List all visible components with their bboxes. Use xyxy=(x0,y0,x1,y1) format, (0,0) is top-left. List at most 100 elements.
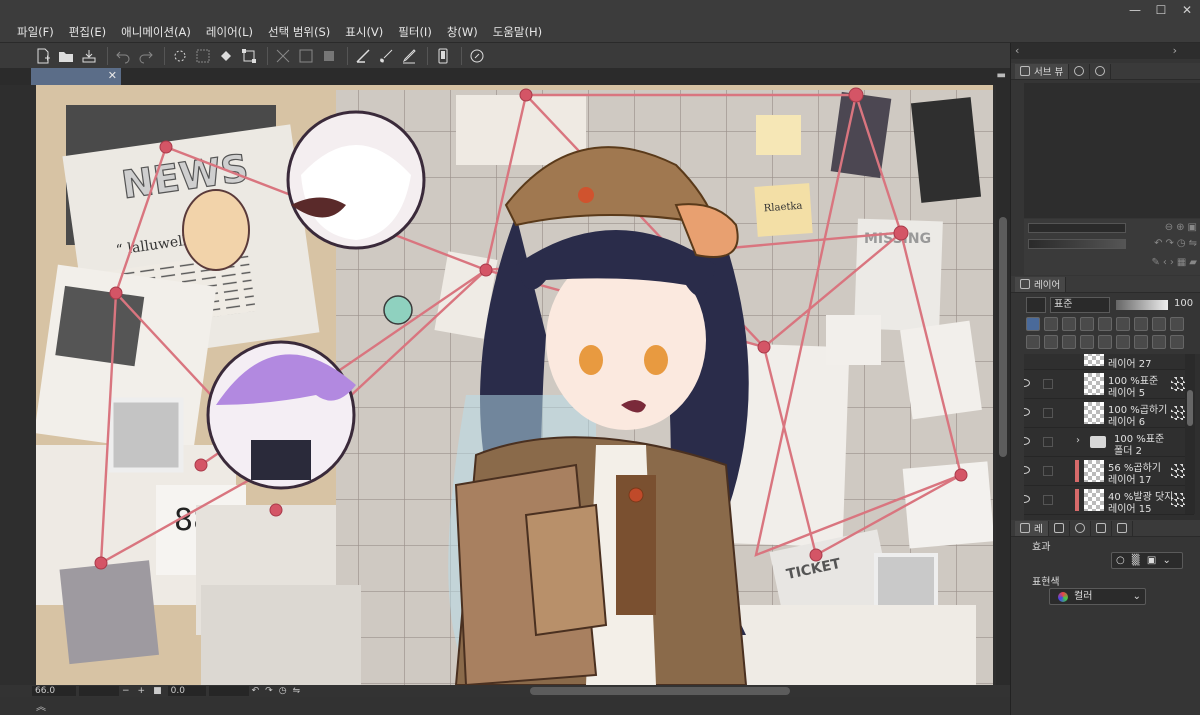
zoom-out-icon[interactable]: − xyxy=(122,686,130,696)
rotation-value[interactable]: 0.0 xyxy=(167,686,206,696)
artwork-canvas[interactable]: NEWS “ lalluwell 88 Rlaetka TICKET xyxy=(36,85,993,685)
opacity-value[interactable]: 100 xyxy=(1174,298,1193,309)
layer-row[interactable]: 레이어 27 xyxy=(1024,354,1194,370)
zoom-slider[interactable] xyxy=(79,686,119,696)
layer-checkbox[interactable] xyxy=(1043,466,1053,476)
tab-navigator[interactable] xyxy=(1069,63,1091,79)
fit-nav-icon[interactable]: ▣ xyxy=(1188,222,1197,233)
selection-grid-icon[interactable] xyxy=(193,46,213,66)
new-file-icon[interactable] xyxy=(33,46,53,66)
prev-icon[interactable]: ‹ xyxy=(1163,257,1167,268)
maximize-button[interactable]: ☐ xyxy=(1154,2,1168,18)
ruler-icon[interactable] xyxy=(353,46,373,66)
tab-subview[interactable]: 서브 뷰 xyxy=(1015,63,1070,79)
new-vector-layer-icon[interactable] xyxy=(1044,335,1058,349)
minimize-button[interactable]: — xyxy=(1128,2,1142,18)
select-all-icon[interactable] xyxy=(319,46,339,66)
loading-spinner-icon[interactable] xyxy=(170,46,190,66)
ruler-show-icon[interactable] xyxy=(1134,317,1148,331)
tab-layer[interactable]: 레이어 xyxy=(1015,276,1067,292)
expand-up-icon[interactable]: ︽ xyxy=(36,698,46,713)
eyedropper-icon[interactable]: ✎ xyxy=(1151,257,1159,268)
rotate-right-icon[interactable]: ↷ xyxy=(265,686,273,696)
layer-list-scrollbar[interactable] xyxy=(1185,354,1195,514)
tab-info[interactable] xyxy=(1090,63,1112,79)
canvas-horizontal-scrollbar[interactable] xyxy=(530,687,790,695)
border-effect-icon[interactable]: ○ xyxy=(1116,555,1125,566)
tone-effect-icon[interactable]: ▒ xyxy=(1132,555,1140,566)
fill-bucket-icon[interactable] xyxy=(216,46,236,66)
visibility-eye-icon[interactable] xyxy=(1024,437,1030,445)
layer-checkbox[interactable] xyxy=(1043,437,1053,447)
collapse-right-icon[interactable]: › xyxy=(1173,44,1177,57)
mask-enable-icon[interactable] xyxy=(1116,317,1130,331)
layer-row[interactable]: 100 %표준 레이어 5 xyxy=(1024,370,1194,399)
menu-filter[interactable]: 필터(I) xyxy=(398,24,432,40)
reset-rotation-icon[interactable]: ◷ xyxy=(279,686,287,696)
grid-icon[interactable]: ▦ xyxy=(1177,257,1186,268)
flip-icon[interactable]: ⇋ xyxy=(293,686,301,696)
tab-tool-property[interactable] xyxy=(1049,520,1070,536)
zoom-in-icon[interactable]: + xyxy=(138,686,146,696)
invert-selection-icon[interactable] xyxy=(296,46,316,66)
rotate-left-icon[interactable]: ↶ xyxy=(252,686,260,696)
layer-row[interactable]: 56 %곱하기 레이어 17 xyxy=(1024,457,1194,486)
visibility-eye-icon[interactable] xyxy=(1024,379,1030,387)
new-raster-layer-icon[interactable] xyxy=(1026,335,1040,349)
companion-icon[interactable] xyxy=(467,46,487,66)
menu-window[interactable]: 창(W) xyxy=(447,24,478,40)
effect-buttons[interactable]: ○ ▒ ▣ ⌄ xyxy=(1111,552,1183,569)
tab-sub-tool[interactable] xyxy=(1091,520,1112,536)
undo-icon[interactable] xyxy=(113,46,133,66)
zoom-bar[interactable] xyxy=(1028,223,1126,233)
layer-checkbox[interactable] xyxy=(1043,495,1053,505)
folder-icon[interactable]: ▰ xyxy=(1189,257,1197,268)
layer-row[interactable]: 100 %곱하기 레이어 6 xyxy=(1024,399,1194,428)
transform-icon[interactable] xyxy=(239,46,259,66)
layer-row[interactable]: 40 %발광 닷지 레이어 15 xyxy=(1024,486,1194,515)
expression-color-select[interactable]: 컬러 ⌄ xyxy=(1049,588,1146,605)
menu-layer[interactable]: 레이어(L) xyxy=(206,24,253,40)
zoom-in-nav-icon[interactable]: ⊕ xyxy=(1176,222,1184,233)
layer-list[interactable]: 레이어 27 100 %표준 레이어 5 100 %곱하기 레이어 6 › 10… xyxy=(1024,354,1200,522)
layer-checkbox[interactable] xyxy=(1043,408,1053,418)
new-folder-icon[interactable] xyxy=(1062,335,1076,349)
fit-icon[interactable]: ■ xyxy=(153,686,162,696)
menu-animation[interactable]: 애니메이션(A) xyxy=(121,24,191,40)
layer-checkbox[interactable] xyxy=(1043,379,1053,389)
tab-brush-size[interactable] xyxy=(1070,520,1091,536)
menu-help[interactable]: 도움말(H) xyxy=(493,24,542,40)
export-icon[interactable] xyxy=(79,46,99,66)
canvas-vertical-scrollbar[interactable] xyxy=(996,85,1010,685)
tab-layer-property[interactable]: 레 xyxy=(1015,520,1049,536)
delete-layer-icon[interactable] xyxy=(1170,335,1184,349)
layer-mask-icon[interactable] xyxy=(1134,335,1148,349)
visibility-eye-icon[interactable] xyxy=(1024,408,1030,416)
rotate-right-nav-icon[interactable]: ↷ xyxy=(1165,238,1173,249)
redo-icon[interactable] xyxy=(136,46,156,66)
flip-nav-icon[interactable]: ⇋ xyxy=(1189,238,1197,249)
tab-material[interactable] xyxy=(1112,520,1133,536)
tab-menu-icon[interactable]: ▬ xyxy=(997,70,1006,81)
collapse-left-icon[interactable]: ‹ xyxy=(1015,44,1019,57)
visibility-eye-icon[interactable] xyxy=(1024,495,1030,503)
copy-layer-icon[interactable] xyxy=(1116,335,1130,349)
layer-extra-icon[interactable] xyxy=(1170,317,1184,331)
lock-icon[interactable] xyxy=(1080,317,1094,331)
opacity-slider[interactable] xyxy=(1116,300,1168,310)
menu-file[interactable]: 파일(F) xyxy=(17,24,54,40)
layer-row-folder[interactable]: › 100 %표준 폴더 2 xyxy=(1024,428,1194,457)
menu-edit[interactable]: 편집(E) xyxy=(69,24,106,40)
lock-transparency-icon[interactable] xyxy=(1098,317,1112,331)
visibility-eye-icon[interactable] xyxy=(1024,466,1030,474)
reset-nav-icon[interactable]: ◷ xyxy=(1177,238,1186,249)
merge-down-icon[interactable] xyxy=(1098,335,1112,349)
zoom-out-nav-icon[interactable]: ⊖ xyxy=(1165,222,1173,233)
pen-icon[interactable] xyxy=(399,46,419,66)
brush-icon[interactable] xyxy=(376,46,396,66)
apply-mask-icon[interactable] xyxy=(1152,335,1166,349)
layer-color-box[interactable] xyxy=(1026,297,1046,313)
close-tab-icon[interactable]: ✕ xyxy=(108,69,117,82)
palette-color-icon[interactable] xyxy=(1152,317,1166,331)
document-tab[interactable]: ✕ xyxy=(31,68,121,85)
